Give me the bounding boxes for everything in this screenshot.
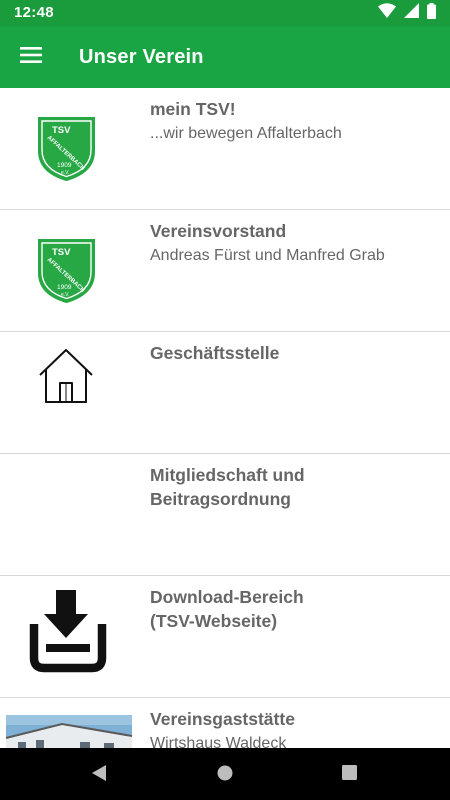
item-title: Vereinsvorstand [150,221,287,241]
item-title: Download-Bereich (TSV-Webseite) [150,587,304,631]
download-icon [0,576,135,697]
item-title: Vereinsgaststätte [150,709,295,729]
status-bar: 12:48 [0,0,450,26]
app-title: Unser Verein [79,46,204,68]
list-item-mitgliedschaft[interactable]: Mitgliedschaft und Beitragsordnung [0,454,450,576]
tsv-logo: TSV AFFALTERBACH 1909 e.V. [0,88,135,209]
list-item-vereinsgaststaette[interactable]: Vereinsgaststätte Wirtshaus Waldeck [0,698,450,748]
list-item-download-bereich[interactable]: Download-Bereich (TSV-Webseite) [0,576,450,698]
list-item-geschaeftsstelle[interactable]: Geschäftsstelle [0,332,450,454]
tsv-logo: TSV AFFALTERBACH 1909 e.V. [0,210,135,331]
signal-icon [404,3,419,23]
item-text: Vereinsvorstand Andreas Fürst und Manfre… [150,219,440,267]
item-text: Download-Bereich (TSV-Webseite) [150,585,440,633]
menu-button[interactable] [10,37,52,77]
status-icons [378,2,436,24]
status-time: 12:48 [14,4,54,21]
recents-button[interactable] [336,762,362,788]
item-text: mein TSV! ...wir bewegen Affalterbach [150,97,440,145]
item-subtitle: ...wir bewegen Affalterbach [150,125,342,142]
item-text: Vereinsgaststätte Wirtshaus Waldeck [150,707,440,748]
item-title: Geschäftsstelle [150,343,280,363]
item-title: mein TSV! [150,99,236,119]
item-subtitle: Wirtshaus Waldeck [150,735,287,748]
item-text: Geschäftsstelle [150,341,440,365]
wifi-icon [378,3,396,23]
item-title: Mitgliedschaft und Beitragsordnung [150,465,305,509]
battery-icon [427,2,436,24]
app-bar: Unser Verein [0,26,450,88]
hamburger-menu-icon [20,46,42,69]
svg-text:1909: 1909 [57,284,72,291]
svg-text:TSV: TSV [52,247,71,258]
home-button[interactable] [212,762,238,788]
navigation-bar [0,748,450,800]
svg-text:e.V.: e.V. [61,170,69,176]
item-subtitle: Andreas Fürst und Manfred Grab [150,247,385,264]
svg-text:TSV: TSV [52,125,71,136]
house-icon [0,332,135,453]
svg-text:1909: 1909 [57,162,72,169]
recents-icon [341,765,357,785]
item-text: Mitgliedschaft und Beitragsordnung [150,463,440,511]
home-icon [217,765,233,786]
svg-text:e.V.: e.V. [61,292,69,298]
list-item-vereinsvorstand[interactable]: TSV AFFALTERBACH 1909 e.V. Vereinsvorsta… [0,210,450,332]
list-item-mein-tsv[interactable]: TSV AFFALTERBACH 1909 e.V. mein TSV! ...… [0,88,450,210]
back-icon [91,764,107,787]
back-button[interactable] [86,762,112,788]
restaurant-photo [0,698,135,748]
menu-list: TSV AFFALTERBACH 1909 e.V. mein TSV! ...… [0,88,450,748]
